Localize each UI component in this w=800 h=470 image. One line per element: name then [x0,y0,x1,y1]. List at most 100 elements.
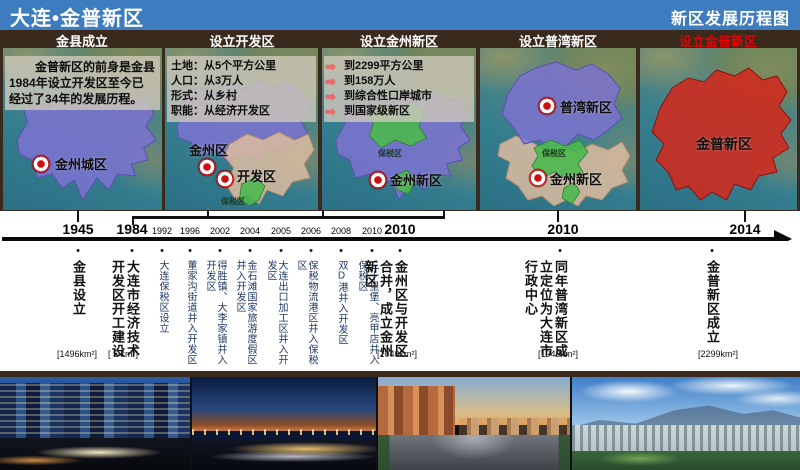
event-bullet: • [710,245,714,257]
info-line: 到158万人 [344,74,395,89]
intro-textbox: 金普新区的前身是金县 1984年设立开发区至今已 经过了34年的发展历程。 [5,56,160,110]
map-panel-1984: 土地：从5个平方公里 人口：从3万人 形式：从乡村 职能：从经济开发区 金州区 … [165,48,318,210]
area-label-1040: [1040km²] [377,349,417,359]
map-panel-1945: 金普新区的前身是金县 1984年设立开发区至今已 经过了34年的发展历程。 金州… [3,48,162,210]
event-2004: 金石滩国家旅游度假区并入开发区 [234,260,256,371]
area-label-2299: [2299km²] [698,349,738,359]
map-label: 保税区 [542,148,566,159]
event-bullet: • [370,245,374,257]
event-2006: 保税物流港区并入保税区 [295,260,317,371]
event-1992: 大连保税区设立 [157,260,168,334]
event-bullet: • [130,245,134,257]
photo-buildings [0,383,190,441]
map-marker [539,98,556,115]
photo-road [0,438,190,470]
area-label-5: [ 5 km²] [108,349,138,359]
photo-road [192,440,376,470]
photo-bridge-lights [192,429,376,435]
year-2010-minor: 2010 [362,226,382,236]
intro-line: 金普新区的前身是金县 [9,59,156,75]
map-panel-2014: 金普新区 [640,48,797,210]
event-bullet: • [188,245,192,257]
map-row: 金普新区的前身是金县 1984年设立开发区至今已 经过了34年的发展历程。 金州… [0,48,800,211]
infographic: 大连•金普新区 新区发展历程图 金县成立 设立开发区 设立金州新区 设立普湾新区… [0,0,800,470]
info-line: 职能：从经济开发区 [171,104,312,119]
right-arrow-icon: ➡ [325,59,343,74]
event-bullet: • [309,245,313,257]
photo-city-panorama [572,377,800,470]
map-marker [199,159,216,176]
photo-coastal-dusk [192,377,376,470]
photo-highway [378,435,570,470]
year-2004: 2004 [240,226,260,236]
header-bar: 大连•金普新区 新区发展历程图 [0,0,800,30]
area-label-1048: [1048km²] [538,349,578,359]
map-label: 保税区 [221,196,245,207]
year-2010-b: 2010 [547,221,578,237]
year-1984: 1984 [116,221,147,237]
event-bullet: • [160,245,164,257]
year-2006: 2006 [301,226,321,236]
event-1945: 金县设立 [71,260,86,316]
info-line: 到综合性口岸城市 [344,89,432,104]
page-title: 大连•金普新区 [10,2,144,31]
event-bullet: • [398,245,402,257]
event-bullet: • [76,245,80,257]
photo-park [572,451,800,470]
map-2014-satellite [640,48,797,210]
right-arrow-icon: ➡ [325,74,343,89]
connector-bracket [132,216,445,219]
connector-tick [443,210,445,217]
event-2014: 金普新区成立 [705,260,720,344]
map-label: 金州新区 [550,169,602,188]
event-1996: 董家沟街道并入开发区 [185,260,196,365]
column-title-bar: 金县成立 设立开发区 设立金州新区 设立普湾新区 设立金普新区 [0,30,800,48]
event-2008: 双D港并入开发区 [336,260,347,345]
map-label: 金州城区 [55,154,107,173]
info-line: 到2299平方公里 [344,59,423,74]
photo-night-city [0,377,190,470]
photo-buildings-left [378,386,455,440]
event-2002: 得胜镇、大李家镇并入开发区 [204,260,226,371]
info-line: 到国家级新区 [344,104,410,119]
event-bullet: • [558,245,562,257]
right-arrow-icon: ➡ [325,104,343,119]
year-2008: 2008 [331,226,351,236]
from-textbox: 土地：从5个平方公里 人口：从3万人 形式：从乡村 职能：从经济开发区 [167,56,316,122]
info-line: 土地：从5个平方公里 [171,59,312,74]
photo-strip [0,377,800,470]
event-bullet: • [248,245,252,257]
map-marker [33,156,50,173]
map-label: 金普新区 [696,134,752,154]
map-panel-2010-puwan: 普湾新区 保税区 金州新区 [480,48,636,210]
map-marker [530,170,547,187]
info-line: 人口：从3万人 [171,74,312,89]
intro-line: 1984年设立开发区至今已 [9,75,156,91]
info-line: 形式：从乡村 [171,89,312,104]
to-textbox: ➡到2299平方公里 ➡到158万人 ➡到综合性口岸城市 ➡到国家级新区 [324,56,474,122]
map-marker [370,172,387,189]
map-panel-2010-jinzhou: ➡到2299平方公里 ➡到158万人 ➡到综合性口岸城市 ➡到国家级新区 保税区… [322,48,476,210]
year-1992: 1992 [152,226,172,236]
connector-tick [207,210,209,217]
year-2010-a: 2010 [384,221,415,237]
year-1996: 1996 [180,226,200,236]
event-bullet: • [218,245,222,257]
photo-sunset-boulevard [378,377,570,470]
event-2005: 大连出口加工区并入开发区 [265,260,287,371]
year-2005: 2005 [271,226,291,236]
area-label-1496: [1496km²] [57,349,97,359]
connector-tick [322,210,324,217]
event-bullet: • [279,245,283,257]
year-1945: 1945 [62,221,93,237]
right-arrow-icon: ➡ [325,89,343,104]
map-label: 开发区 [237,166,276,185]
page-subtitle: 新区发展历程图 [671,5,790,29]
photo-city [572,425,800,453]
event-list: • • • • • • • • • • • • • 金县设立 大连市经济技术开发… [0,241,800,371]
photo-sky [192,377,376,431]
intro-line: 经过了34年的发展历程。 [9,91,156,107]
map-marker [217,171,234,188]
year-2002: 2002 [210,226,230,236]
map-label: 金州新区 [390,170,442,189]
